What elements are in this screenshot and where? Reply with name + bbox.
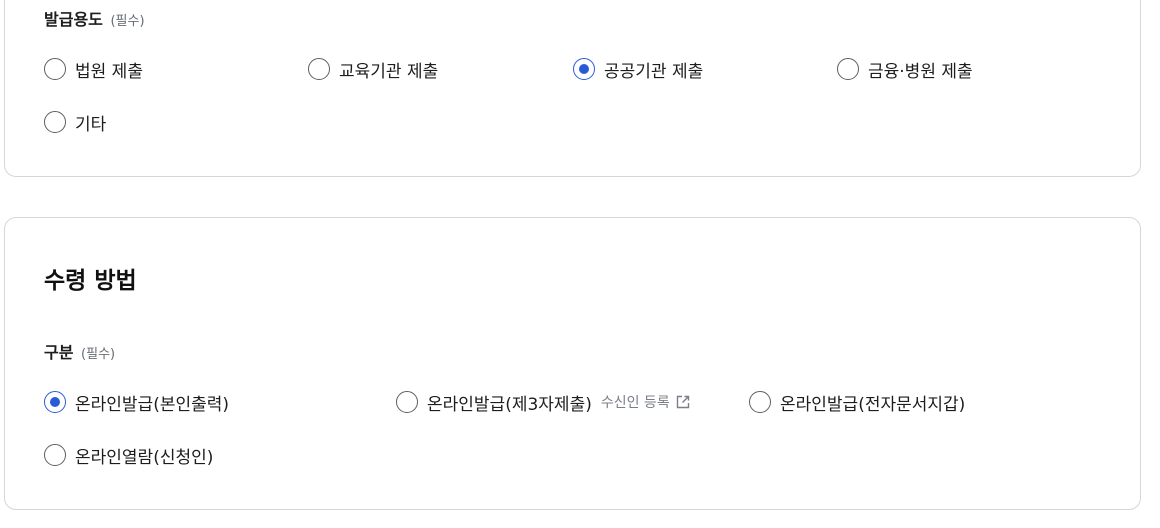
radio-circle-icon[interactable] xyxy=(44,58,66,80)
radio-circle-icon[interactable] xyxy=(308,58,330,80)
receipt-option-self-print[interactable]: 온라인발급(본인출력) xyxy=(44,389,229,415)
receipt-option-label: 온라인발급(제3자제출) xyxy=(427,394,592,415)
receipt-section-title: 수령 방법 xyxy=(44,268,137,294)
purpose-option-public[interactable]: 공공기관 제출 xyxy=(573,56,703,82)
purpose-required-mark: (필수) xyxy=(110,14,145,29)
receipt-label-text: 구분 xyxy=(44,343,74,362)
receipt-option-label: 온라인발급(전자문서지갑) xyxy=(780,394,966,415)
receipt-option-online-view[interactable]: 온라인열람(신청인) xyxy=(44,442,213,468)
purpose-field-label: 발급용도 (필수) xyxy=(44,6,145,30)
purpose-option-label: 기타 xyxy=(75,114,107,135)
purpose-option-label: 교육기관 제출 xyxy=(339,61,439,82)
recipient-register-link[interactable]: 수신인 등록 xyxy=(601,392,691,412)
purpose-card: 발급용도 (필수) 법원 제출 교육기관 제출 공공기관 제출 금융·병원 제출… xyxy=(4,0,1141,177)
receipt-option-label: 온라인발급(본인출력) xyxy=(75,394,230,415)
radio-checked-icon[interactable] xyxy=(573,58,595,80)
receipt-required-mark: (필수) xyxy=(81,347,116,362)
radio-circle-icon[interactable] xyxy=(749,391,771,413)
purpose-option-finance-hospital[interactable]: 금융·병원 제출 xyxy=(837,56,973,82)
purpose-label-text: 발급용도 xyxy=(44,10,103,29)
external-link-icon xyxy=(676,395,689,409)
purpose-option-label: 공공기관 제출 xyxy=(604,61,704,82)
receipt-card: 수령 방법 구분 (필수) 온라인발급(본인출력) 온라인발급(제3자제출) 수… xyxy=(4,217,1141,510)
radio-circle-icon[interactable] xyxy=(396,391,418,413)
purpose-option-other[interactable]: 기타 xyxy=(44,109,106,135)
purpose-option-court[interactable]: 법원 제출 xyxy=(44,56,143,82)
receipt-option-third-party[interactable]: 온라인발급(제3자제출) 수신인 등록 xyxy=(396,389,691,415)
receipt-field-label: 구분 (필수) xyxy=(44,339,115,363)
purpose-option-label: 법원 제출 xyxy=(75,61,143,82)
radio-circle-icon[interactable] xyxy=(44,111,66,133)
radio-checked-icon[interactable] xyxy=(44,391,66,413)
radio-circle-icon[interactable] xyxy=(837,58,859,80)
receipt-option-label: 온라인열람(신청인) xyxy=(75,447,214,468)
radio-circle-icon[interactable] xyxy=(44,444,66,466)
receipt-option-e-wallet[interactable]: 온라인발급(전자문서지갑) xyxy=(749,389,965,415)
recipient-register-link-text: 수신인 등록 xyxy=(600,395,670,411)
purpose-option-label: 금융·병원 제출 xyxy=(868,61,973,82)
purpose-option-education[interactable]: 교육기관 제출 xyxy=(308,56,438,82)
